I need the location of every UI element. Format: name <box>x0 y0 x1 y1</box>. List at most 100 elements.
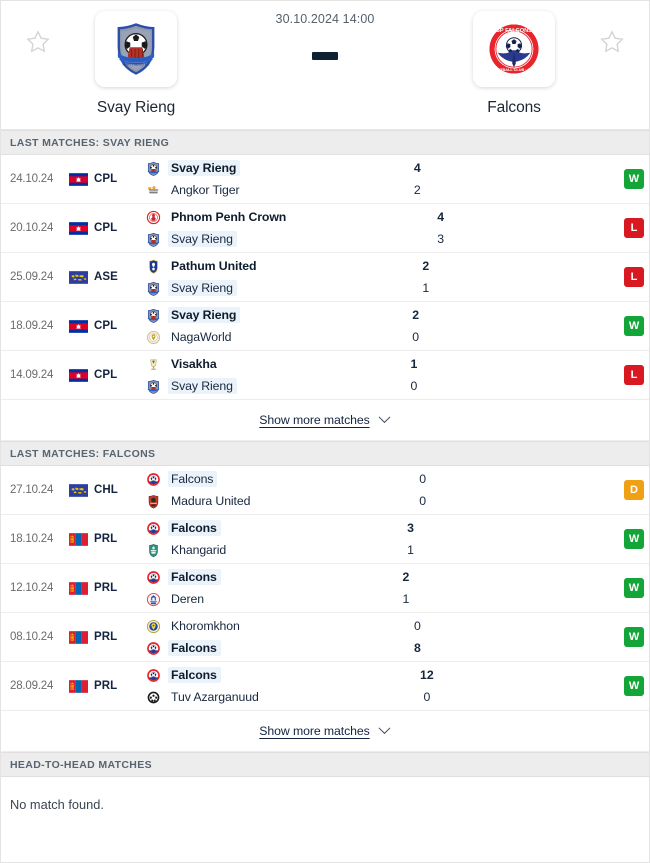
team-line: Madura United <box>146 492 374 510</box>
match-result-cell: W <box>613 613 649 661</box>
team-line: Svay Rieng <box>146 377 365 395</box>
match-league[interactable]: CPL <box>69 351 141 399</box>
match-league[interactable]: ASE <box>69 253 141 301</box>
status-badge: D <box>624 480 645 500</box>
club-logo-falcons-icon <box>147 668 160 682</box>
away-score: 3 <box>437 232 445 246</box>
status-badge: L <box>624 267 644 287</box>
team-name-label: Deren <box>171 592 204 606</box>
table-row[interactable]: 14.09.24 CPL Visakha Svay Rieng 1 0 L <box>1 351 649 400</box>
table-row[interactable]: 18.09.24 CPL Svay Rieng NagaWorld 2 0 W <box>1 302 649 351</box>
team-line: Pathum United <box>146 257 377 275</box>
row-spacer <box>482 515 613 563</box>
away-team-block[interactable]: SP FALCONS FOOTBALL CLUB · 2013 Falcons <box>429 1 599 117</box>
table-row[interactable]: 20.10.24 CPL Phnom Penh Crown Svay Rieng… <box>1 204 649 253</box>
match-teams: Svay Rieng NagaWorld <box>141 302 367 350</box>
match-league[interactable]: PRL <box>69 515 141 563</box>
club-logo-pathum-united-icon <box>149 259 158 274</box>
match-league[interactable]: CPL <box>69 302 141 350</box>
team-name-label: Svay Rieng <box>168 307 241 323</box>
table-row[interactable]: 24.10.24 CPL Svay Rieng Angkor Tiger 4 2… <box>1 155 649 204</box>
match-scores: 2 1 <box>357 564 477 612</box>
home-team-logo-card: SVAY RIENG FC <box>95 11 177 87</box>
match-teams: Svay Rieng Angkor Tiger <box>141 155 368 203</box>
section-header: LAST MATCHES: SVAY RIENG <box>1 130 649 155</box>
match-scores: 12 0 <box>378 662 498 710</box>
table-row[interactable]: 27.10.24 CHL Falcons Madura United 0 0 D <box>1 466 649 515</box>
match-result-cell: L <box>613 351 649 399</box>
svg-text:SP FALCONS: SP FALCONS <box>496 28 532 34</box>
match-result-cell: W <box>613 302 649 350</box>
home-score: 2 <box>402 570 410 584</box>
team-name-label: Visakha <box>171 357 217 371</box>
flag-mongolia-icon <box>69 581 88 595</box>
match-league[interactable]: CPL <box>69 204 141 252</box>
league-code-label: PRL <box>94 631 118 643</box>
home-score: 1 <box>410 357 418 371</box>
club-logo-khangarid-icon <box>149 543 158 557</box>
home-team-block[interactable]: SVAY RIENG FC Svay Rieng <box>51 1 221 117</box>
status-badge: W <box>624 676 645 696</box>
team-name-label: Falcons <box>168 471 218 487</box>
head-to-head-title: HEAD-TO-HEAD MATCHES <box>10 758 152 771</box>
table-row[interactable]: 08.10.24 PRL Khoromkhon Falcons 0 8 W <box>1 613 649 662</box>
section-last-matches-svay-rieng: LAST MATCHES: SVAY RIENG 24.10.24 CPL Sv… <box>1 130 649 441</box>
table-row[interactable]: 12.10.24 PRL Falcons Deren 2 1 W <box>1 564 649 613</box>
table-row[interactable]: 18.10.24 PRL Falcons Khangarid 3 1 W <box>1 515 649 564</box>
show-more-matches-button[interactable]: Show more matches <box>1 711 649 752</box>
club-logo-falcons-icon <box>147 641 160 655</box>
league-code-label: ASE <box>94 271 118 283</box>
table-row[interactable]: 28.09.24 PRL Falcons Tuv Azarganuud 12 0… <box>1 662 649 711</box>
match-date: 28.09.24 <box>10 680 54 692</box>
flag-cambodia-icon <box>69 368 88 382</box>
away-score: 1 <box>402 592 410 606</box>
match-teams: Falcons Madura United <box>141 466 374 514</box>
svay-rieng-crest-icon: SVAY RIENG FC <box>117 23 155 75</box>
match-league[interactable]: PRL <box>69 613 141 661</box>
match-teams: Pathum United Svay Rieng <box>141 253 377 301</box>
section-title: LAST MATCHES: FALCONS <box>10 447 156 460</box>
row-spacer <box>488 155 613 203</box>
match-league[interactable]: PRL <box>69 564 141 612</box>
team-line: Svay Rieng <box>146 279 377 297</box>
club-logo-svay-rieng-icon <box>147 232 160 247</box>
away-team-name: Falcons <box>487 99 541 116</box>
match-center-block: 30.10.2024 14:00 <box>221 1 429 60</box>
away-score: 0 <box>410 379 418 393</box>
section-header-head-to-head: HEAD-TO-HEAD MATCHES <box>1 752 649 777</box>
table-row[interactable]: 25.09.24 ASE Pathum United Svay Rieng 2 … <box>1 253 649 302</box>
league-code-label: CPL <box>94 222 118 234</box>
flag-mongolia-icon <box>69 679 88 693</box>
favorite-star-away-icon[interactable] <box>599 29 625 55</box>
show-more-label: Show more matches <box>259 724 370 738</box>
status-badge: W <box>624 578 644 598</box>
no-match-found-text: No match found. <box>10 797 104 812</box>
team-name-label: Falcons <box>168 640 221 656</box>
team-name-label: Svay Rieng <box>168 280 237 296</box>
club-logo-falcons-icon <box>147 472 160 486</box>
show-more-matches-button[interactable]: Show more matches <box>1 400 649 441</box>
club-logo-deren-icon <box>146 592 161 606</box>
league-code-label: CHL <box>94 484 118 496</box>
match-league[interactable]: PRL <box>69 662 141 710</box>
club-logo-svay-rieng-icon <box>147 281 160 296</box>
home-score: 0 <box>413 619 421 633</box>
favorite-star-home-icon[interactable] <box>25 29 51 55</box>
team-name-label: Phnom Penh Crown <box>171 210 287 224</box>
status-badge: L <box>624 365 645 385</box>
match-result-cell: W <box>613 564 649 612</box>
match-scores: 4 2 <box>368 155 488 203</box>
match-league[interactable]: CPL <box>69 155 141 203</box>
match-league[interactable]: CHL <box>69 466 141 514</box>
match-result-cell: W <box>613 662 649 710</box>
away-score: 2 <box>413 183 421 197</box>
match-teams: Falcons Tuv Azarganuud <box>141 662 378 710</box>
sections-root: LAST MATCHES: SVAY RIENG 24.10.24 CPL Sv… <box>1 130 649 752</box>
team-line: Visakha <box>146 355 365 373</box>
home-score: 0 <box>419 472 427 486</box>
team-line: Svay Rieng <box>146 159 368 177</box>
match-scores: 2 1 <box>377 253 497 301</box>
team-name-label: Falcons <box>168 569 221 585</box>
team-line: Tuv Azarganuud <box>146 688 378 706</box>
team-line: Angkor Tiger <box>146 181 368 199</box>
